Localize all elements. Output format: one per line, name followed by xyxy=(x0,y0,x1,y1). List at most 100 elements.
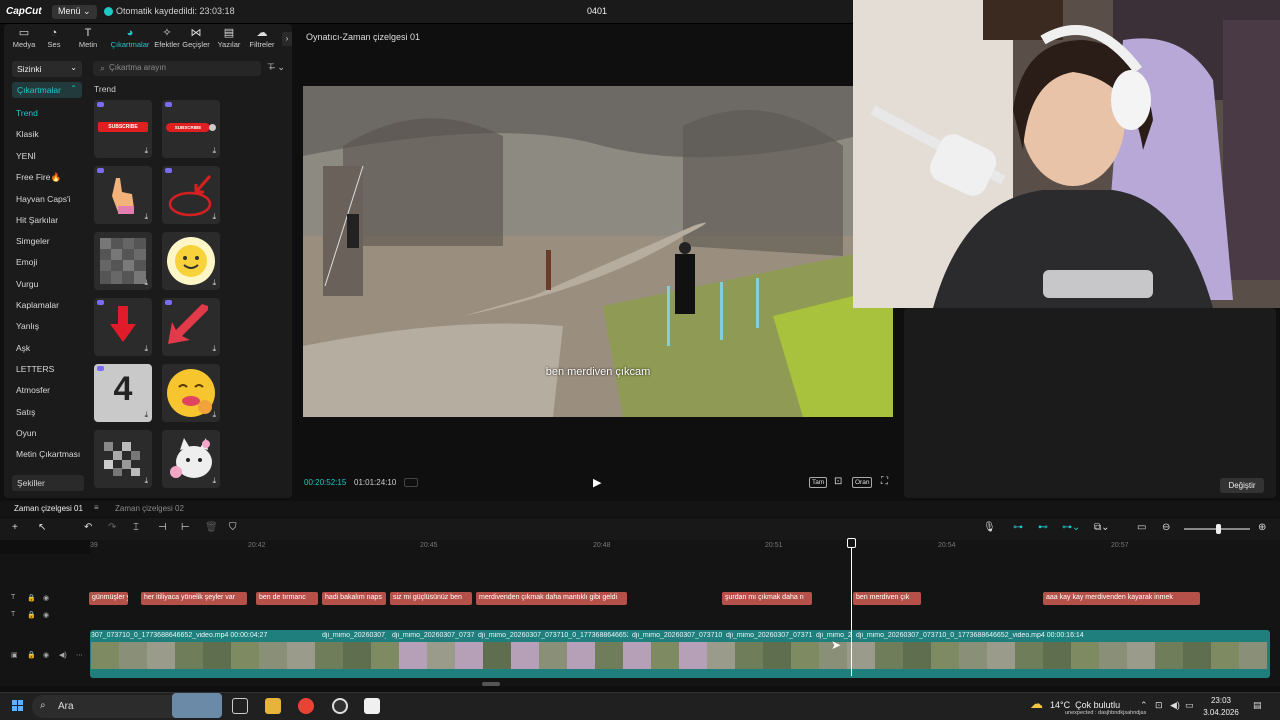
lock-icon[interactable]: 🔒 xyxy=(27,651,36,659)
battery-icon[interactable]: ▭ xyxy=(1185,700,1194,711)
capcut-icon[interactable] xyxy=(364,698,380,714)
playhead[interactable] xyxy=(851,538,852,676)
category-highlight[interactable]: Vurgu xyxy=(16,279,38,289)
chevron-up-icon[interactable]: ⌃ xyxy=(1140,700,1148,711)
tab-captions[interactable]: ▤ Yazılar xyxy=(211,27,247,49)
sticker-red-arrow-diagonal[interactable]: ⤓ xyxy=(162,298,220,356)
link-icon[interactable]: ⊷ xyxy=(1038,522,1048,533)
magnet-icon[interactable]: ⊶ xyxy=(1013,522,1023,533)
text-clip[interactable]: ben merdiven çık xyxy=(853,592,921,605)
menu-button[interactable]: Menü ⌄ xyxy=(52,5,97,19)
stickers-category-dropdown[interactable]: Çıkartmalar ⌃ xyxy=(12,82,82,98)
category-atmosphere[interactable]: Atmosfer xyxy=(16,385,50,395)
chevron-right-icon[interactable]: › xyxy=(282,32,292,46)
category-emoji[interactable]: Emoji xyxy=(16,257,37,267)
split-icon[interactable]: ⌶ xyxy=(133,522,139,533)
sticker-search-input[interactable]: Çıkartma arayın xyxy=(93,61,261,76)
sticker-smiling-flower[interactable]: ⤓ xyxy=(162,232,220,290)
category-overlays[interactable]: Kaplamalar xyxy=(16,300,59,310)
sticker-subscribe[interactable]: SUBSCRIBE ⤓ xyxy=(94,100,152,158)
download-icon[interactable]: ⤓ xyxy=(212,146,216,156)
redo-icon[interactable]: ↷ xyxy=(108,522,116,533)
tab-timeline-2[interactable]: Zaman çizelgesi 02 xyxy=(115,504,184,513)
tab-timeline-1[interactable]: Zaman çizelgesi 01 xyxy=(14,504,83,513)
sticker-pixel-mosaic[interactable]: ⤓ xyxy=(94,430,152,488)
download-icon[interactable]: ⤓ xyxy=(144,410,148,420)
text-clip[interactable]: her itiliyaca yönelik şeyler var xyxy=(141,592,247,605)
filter-icon[interactable]: ⊤̶ ⌄ xyxy=(267,62,285,73)
play-button[interactable]: ▶ xyxy=(593,476,601,489)
category-shapes[interactable]: Şekiller xyxy=(12,475,84,491)
text-clip[interactable]: aaa kay kay merdivenden kayarak inmek xyxy=(1043,592,1200,605)
playhead-handle[interactable] xyxy=(847,538,856,548)
category-sales[interactable]: Satış xyxy=(16,407,35,417)
file-explorer-icon[interactable] xyxy=(265,698,281,714)
select-tool-icon[interactable]: ↖ xyxy=(38,522,46,533)
tab-text[interactable]: T Metin xyxy=(70,27,106,49)
text-clip[interactable]: siz mi güçlüsünüz ben xyxy=(390,592,472,605)
network-icon[interactable]: ⊡ xyxy=(1155,700,1163,711)
download-icon[interactable]: ⤓ xyxy=(144,146,148,156)
category-love[interactable]: Aşk xyxy=(16,343,30,353)
delete-icon[interactable]: 🗑 xyxy=(205,522,218,533)
sticker-countdown-4[interactable]: 4 ⤓ xyxy=(94,364,152,422)
category-free-fire[interactable]: Free Fire🔥 xyxy=(16,172,61,183)
tab-stickers[interactable]: ◕ Çıkartmalar xyxy=(108,27,152,49)
timeline-menu-icon[interactable]: ≡ xyxy=(94,503,99,512)
download-icon[interactable]: ⤓ xyxy=(144,212,148,222)
category-animal-memes[interactable]: Hayvan Caps'i xyxy=(16,194,71,204)
download-icon[interactable]: ⤓ xyxy=(144,278,148,288)
clock-date[interactable]: 3.04.2026 xyxy=(1198,708,1244,717)
category-game[interactable]: Oyun xyxy=(16,428,36,438)
download-icon[interactable]: ⤓ xyxy=(144,344,148,354)
text-clip[interactable]: merdivenden çıkmak daha mantıklı gibi ge… xyxy=(476,592,627,605)
notification-icon[interactable]: ▤ xyxy=(1253,700,1262,711)
captions-toggle-icon[interactable]: ▭ xyxy=(1137,522,1146,533)
chrome-icon[interactable] xyxy=(298,698,314,714)
zoom-slider-handle[interactable] xyxy=(1216,524,1221,534)
category-hit-songs[interactable]: Hit Şarkılar xyxy=(16,215,58,225)
clock-time[interactable]: 23:03 xyxy=(1198,696,1244,705)
download-icon[interactable]: ⤓ xyxy=(212,410,216,420)
undo-icon[interactable]: ↶ xyxy=(84,522,92,533)
full-quality-button[interactable]: Tam xyxy=(809,477,828,488)
audio-mute-icon[interactable]: ◀) xyxy=(59,651,67,659)
lock-icon[interactable]: 🔒 xyxy=(27,594,36,602)
timeline-scrollbar[interactable] xyxy=(482,682,500,686)
tab-transitions[interactable]: ⋈ Geçişler xyxy=(178,27,214,49)
category-classic[interactable]: Klasik xyxy=(16,129,39,139)
sticker-pointing-hand[interactable]: ⤓ xyxy=(94,166,152,224)
video-preview[interactable]: ben merdiven çıkcam xyxy=(303,86,893,417)
visibility-icon[interactable]: ◉ xyxy=(43,651,49,659)
sticker-yummy-emoji[interactable]: ⤓ xyxy=(162,364,220,422)
marker-icon[interactable]: ⛉ xyxy=(229,522,237,533)
sticker-pixel-blur[interactable]: ⤓ xyxy=(94,232,152,290)
change-button[interactable]: Değiştir xyxy=(1220,478,1264,493)
category-trend[interactable]: Trend xyxy=(16,108,38,118)
sticker-red-circle-arrow[interactable]: ⤓ xyxy=(162,166,220,224)
task-view-icon[interactable] xyxy=(232,698,248,714)
download-icon[interactable]: ⤓ xyxy=(212,476,216,486)
tab-audio[interactable]: ◔ Ses xyxy=(36,27,72,49)
microphone-icon[interactable]: 🎙 xyxy=(983,522,996,533)
split-view-icon[interactable]: ⧉⌄ xyxy=(1094,522,1110,533)
text-clip[interactable]: ben de tırmanc xyxy=(256,592,318,605)
download-icon[interactable]: ⤓ xyxy=(212,344,216,354)
category-symbols[interactable]: Simgeler xyxy=(16,236,50,246)
weather-status[interactable]: 14°C Çok bulutlu xyxy=(1050,700,1120,710)
obs-icon[interactable] xyxy=(332,698,348,714)
sticker-red-arrow-down[interactable]: ⤓ xyxy=(94,298,152,356)
windows-start-icon[interactable] xyxy=(12,700,23,711)
lock-icon[interactable]: 🔒 xyxy=(27,611,36,619)
tab-filters[interactable]: ☁ Filtreler xyxy=(244,27,280,49)
aspect-ratio-button[interactable]: Oran xyxy=(852,477,873,488)
category-text-sticker[interactable]: Metin Çıkartması xyxy=(16,449,80,459)
visibility-icon[interactable]: ◉ xyxy=(43,594,49,602)
yours-dropdown[interactable]: Sizinki ⌄ xyxy=(12,61,82,77)
volume-icon[interactable]: ◀) xyxy=(1170,700,1180,711)
zoom-in-icon[interactable]: ⊕ xyxy=(1258,522,1266,533)
trim-right-icon[interactable]: ⊢ xyxy=(181,522,190,533)
download-icon[interactable]: ⤓ xyxy=(144,476,148,486)
text-clip[interactable]: günmüşler ye xyxy=(89,592,128,605)
category-wrong[interactable]: Yanlış xyxy=(16,321,39,331)
